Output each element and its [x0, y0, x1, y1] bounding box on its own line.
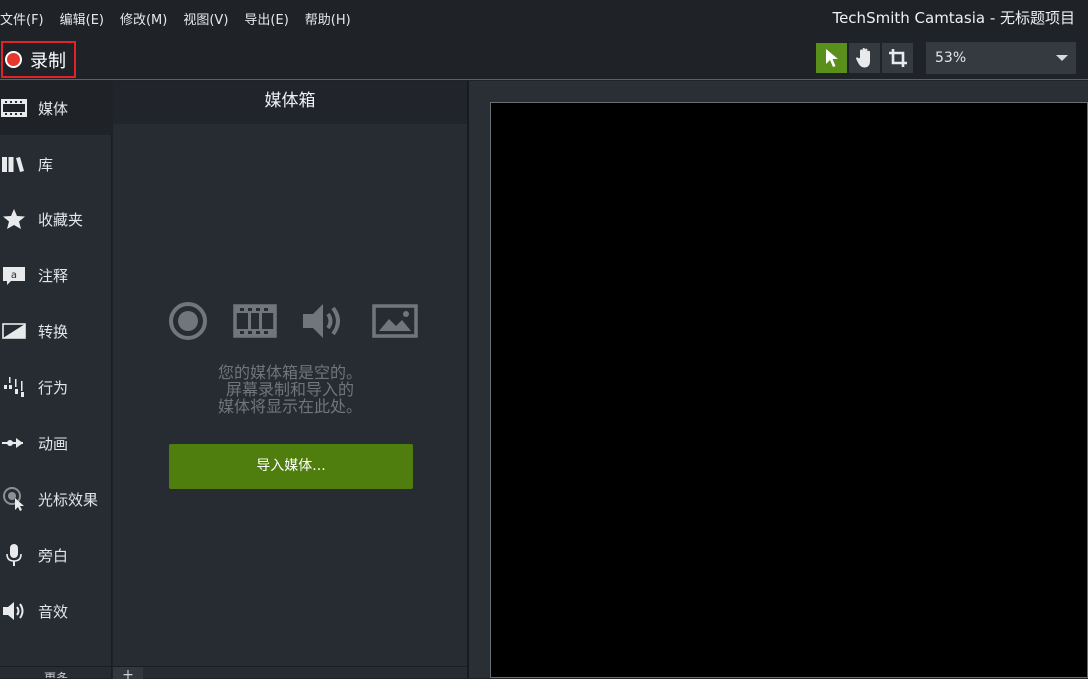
behavior-icon	[0, 373, 28, 401]
sidebar-item-label: 收藏夹	[38, 210, 84, 229]
record-label: 录制	[30, 50, 66, 72]
menu-help[interactable]: 帮助(H)	[305, 9, 351, 28]
library-icon	[0, 150, 28, 178]
hand-icon	[855, 48, 870, 68]
microphone-icon	[0, 541, 28, 569]
add-button[interactable]: +	[113, 667, 143, 679]
bin-footer: +	[113, 666, 467, 679]
crop-icon	[888, 49, 907, 67]
sidebar-item-voice-narration[interactable]: 旁白	[0, 528, 112, 582]
animation-icon	[0, 429, 28, 457]
pointer-icon	[825, 49, 838, 67]
audio-icon	[303, 304, 341, 338]
window-title: TechSmith Camtasia - 无标题项目	[832, 9, 1075, 27]
menu-bar: 文件(F) 编辑(E) 修改(M) 视图(V) 导出(E) 帮助(H) Tech…	[0, 0, 1088, 36]
menu-view[interactable]: 视图(V)	[183, 9, 228, 28]
sidebar-item-label: 转换	[38, 322, 69, 341]
record-button[interactable]: 录制	[1, 41, 76, 78]
sidebar-item-label: 注释	[38, 266, 69, 285]
tools-sidebar: 媒体 库 收藏夹 a 注释 转换 行为 动画 光标效果 旁白 音效 更多	[0, 81, 112, 678]
empty-bin-icons	[168, 301, 418, 341]
empty-bin-message: 您的媒体箱是空的。 屏幕录制和导入的 媒体将显示在此处。	[113, 364, 467, 415]
toolbar: 录制 53%	[0, 36, 1088, 80]
film-icon	[232, 304, 277, 338]
main-menu: 文件(F) 编辑(E) 修改(M) 视图(V) 导出(E) 帮助(H)	[0, 9, 367, 28]
transition-icon	[0, 317, 28, 345]
annotation-icon: a	[0, 261, 28, 289]
sidebar-item-cursor-effects[interactable]: 光标效果	[0, 472, 112, 526]
sidebar-item-label: 旁白	[38, 546, 69, 565]
sidebar-item-label: 媒体	[38, 99, 69, 118]
menu-export[interactable]: 导出(E)	[244, 9, 288, 28]
sidebar-item-favorites[interactable]: 收藏夹	[0, 192, 112, 246]
record-icon	[169, 302, 207, 340]
cursor-effect-icon	[0, 485, 28, 513]
sidebar-item-transitions[interactable]: 转换	[0, 304, 112, 358]
sidebar-item-audio-effects[interactable]: 音效	[0, 584, 112, 638]
sidebar-item-label: 行为	[38, 378, 69, 397]
import-media-button[interactable]: 导入媒体...	[169, 444, 413, 489]
crop-tool-button[interactable]	[882, 43, 913, 73]
menu-edit[interactable]: 编辑(E)	[60, 9, 104, 28]
zoom-value: 53%	[935, 50, 967, 66]
menu-file[interactable]: 文件(F)	[0, 9, 44, 28]
svg-text:a: a	[11, 270, 17, 281]
canvas-area	[469, 81, 1088, 678]
sidebar-item-media[interactable]: 媒体	[0, 81, 112, 135]
more-button[interactable]: 更多	[0, 666, 112, 678]
empty-message-line: 屏幕录制和导入的	[225, 380, 354, 399]
speaker-icon	[0, 597, 28, 625]
sidebar-item-animations[interactable]: 动画	[0, 416, 112, 470]
preview-canvas[interactable]	[490, 102, 1088, 678]
empty-message-line: 您的媒体箱是空的。	[217, 363, 362, 382]
empty-message-line: 媒体将显示在此处。	[217, 397, 362, 416]
film-icon	[0, 94, 28, 122]
sidebar-item-label: 音效	[38, 602, 69, 621]
media-bin-panel: 媒体箱 您的媒体箱是空的。 屏幕录制和导入的 媒体将显示在此处。 导入媒体...…	[113, 81, 467, 679]
pointer-tool-button[interactable]	[816, 43, 847, 73]
chevron-down-icon	[1056, 55, 1068, 61]
record-icon	[5, 51, 22, 68]
sidebar-item-label: 光标效果	[38, 490, 99, 509]
panel-title: 媒体箱	[113, 81, 467, 124]
star-icon	[0, 205, 28, 233]
sidebar-item-annotations[interactable]: a 注释	[0, 248, 112, 302]
sidebar-item-label: 动画	[38, 434, 69, 453]
image-icon	[372, 304, 418, 338]
sidebar-item-label: 库	[38, 155, 54, 174]
hand-tool-button[interactable]	[849, 43, 880, 73]
sidebar-item-behaviors[interactable]: 行为	[0, 360, 112, 414]
sidebar-item-library[interactable]: 库	[0, 137, 112, 191]
zoom-dropdown[interactable]: 53%	[926, 42, 1076, 74]
menu-modify[interactable]: 修改(M)	[120, 9, 167, 28]
